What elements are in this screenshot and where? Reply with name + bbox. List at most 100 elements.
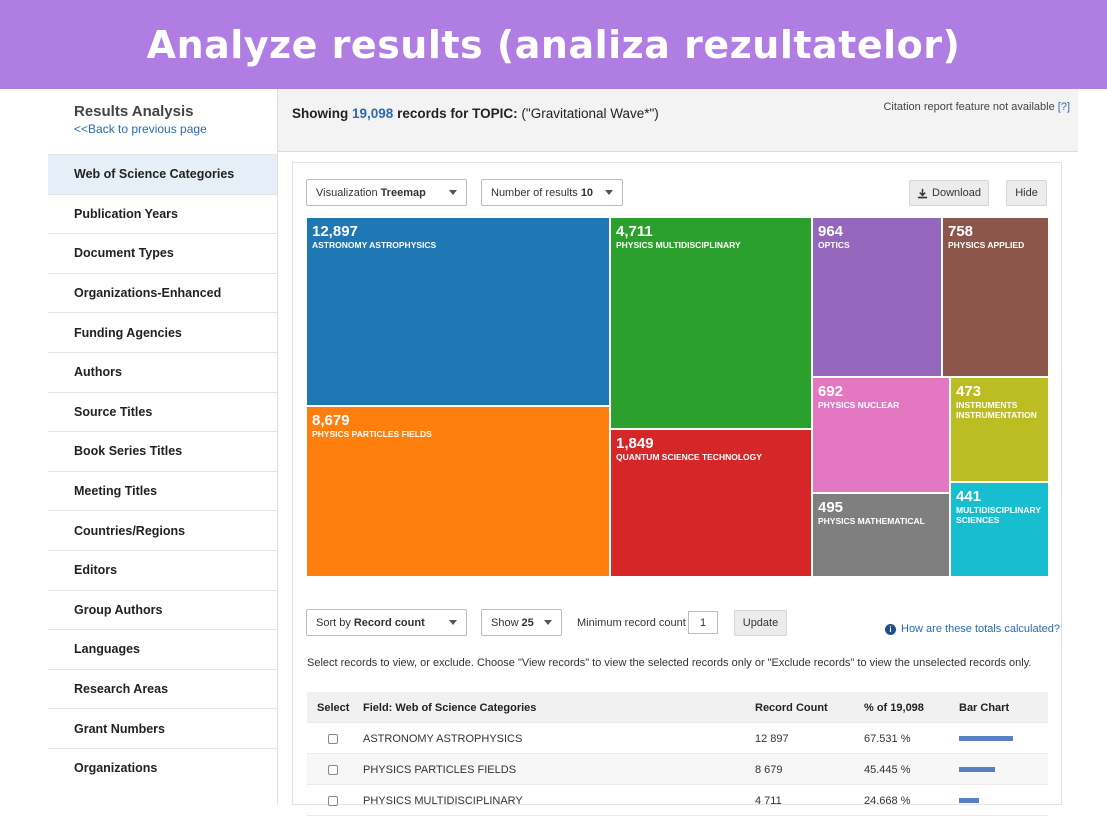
row-bar xyxy=(959,736,1013,741)
sidebar-item-book-series-titles[interactable]: Book Series Titles xyxy=(48,431,277,471)
table-header-row: Select Field: Web of Science Categories … xyxy=(307,692,1048,723)
info-icon: i xyxy=(885,623,896,635)
sidebar-item-grant-numbers[interactable]: Grant Numbers xyxy=(48,708,277,748)
row-field[interactable]: PHYSICS MULTIDISCIPLINARY xyxy=(363,785,523,816)
treemap-cell-label: PHYSICS NUCLEAR xyxy=(818,400,900,410)
treemap-cell-optics[interactable]: 964 OPTICS xyxy=(813,218,941,376)
sidebar-item-organizations[interactable]: Organizations xyxy=(48,747,277,788)
sidebar-item-authors[interactable]: Authors xyxy=(48,351,277,392)
treemap-cell-label: INSTRUMENTS INSTRUMENTATION xyxy=(956,400,1037,420)
treemap-cell-value: 1,849 xyxy=(616,435,654,452)
treemap-cell-multidisciplinary[interactable]: 4,711 PHYSICS MULTIDISCIPLINARY xyxy=(611,218,811,428)
treemap-cell-label: PHYSICS MATHEMATICAL xyxy=(818,516,925,526)
minimum-count-input[interactable]: 1 xyxy=(688,611,718,634)
num-results-value: 10 xyxy=(580,186,594,199)
row-percent: 24.668 % xyxy=(864,794,911,807)
records-for: records for xyxy=(397,106,469,121)
row-bar xyxy=(959,767,995,772)
update-label: Update xyxy=(742,617,779,629)
row-field[interactable]: PHYSICS PARTICLES FIELDS xyxy=(363,754,516,785)
treemap-cell-value: 692 xyxy=(818,383,844,400)
sidebar-item-meeting-titles[interactable]: Meeting Titles xyxy=(48,470,277,511)
column-header-percent: % of 19,098 xyxy=(864,701,924,714)
treemap-cell-astronomy[interactable]: 12,897 ASTRONOMY ASTROPHYSICS xyxy=(307,218,609,405)
number-of-results-select[interactable]: Number of results 10 xyxy=(481,179,623,206)
results-header: Showing 19,098 records for TOPIC: ("Grav… xyxy=(278,89,1078,152)
treemap-cell-value: 8,679 xyxy=(312,412,350,429)
treemap-cell-quantum[interactable]: 1,849 QUANTUM SCIENCE TECHNOLOGY xyxy=(611,430,811,576)
treemap-cell-instruments[interactable]: 473 INSTRUMENTS INSTRUMENTATION xyxy=(951,378,1048,481)
treemap-cell-label: OPTICS xyxy=(818,240,850,250)
treemap-cell-particles[interactable]: 8,679 PHYSICS PARTICLES FIELDS xyxy=(307,407,609,576)
app-frame: Results Analysis <<Back to previous page… xyxy=(0,89,1107,816)
row-checkbox[interactable] xyxy=(328,795,338,806)
sidebar-item-editors[interactable]: Editors xyxy=(48,549,277,590)
sidebar-item-source-titles[interactable]: Source Titles xyxy=(48,391,277,432)
treemap-cell-applied[interactable]: 758 PHYSICS APPLIED xyxy=(943,218,1048,376)
visualization-value: Treemap xyxy=(380,186,426,199)
sort-label: Sort by xyxy=(316,616,351,629)
table-row: PHYSICS PARTICLES FIELDS 8 679 45.445 % xyxy=(307,754,1048,785)
sidebar-title: Results Analysis xyxy=(74,103,194,120)
sidebar-item-document-types[interactable]: Document Types xyxy=(48,233,277,273)
treemap-cell-mathematical[interactable]: 495 PHYSICS MATHEMATICAL xyxy=(813,494,949,576)
row-count: 4 711 xyxy=(755,794,782,807)
how-calculated-label: How are these totals calculated? xyxy=(901,623,1060,635)
sort-value: Record count xyxy=(353,616,425,629)
treemap-cell-label: PHYSICS APPLIED xyxy=(948,240,1025,250)
citation-note-text: Citation report feature not available xyxy=(883,101,1055,113)
sidebar-item-funding-agencies[interactable]: Funding Agencies xyxy=(48,312,277,352)
update-button[interactable]: Update xyxy=(734,610,787,636)
treemap-cell-value: 441 xyxy=(956,488,982,505)
sidebar-item-languages[interactable]: Languages xyxy=(48,629,277,669)
hide-label: Hide xyxy=(1015,187,1038,199)
column-header-field: Field: Web of Science Categories xyxy=(363,701,537,714)
citation-help-link[interactable]: [?] xyxy=(1058,101,1070,113)
visualization-select[interactable]: Visualization Treemap xyxy=(306,179,467,206)
sidebar-item-publication-years[interactable]: Publication Years xyxy=(48,193,277,234)
treemap-cell-label: MULTIDISCIPLINARY SCIENCES xyxy=(956,505,1041,525)
back-link[interactable]: <<Back to previous page xyxy=(74,122,277,136)
sidebar-item-organizations-enhanced[interactable]: Organizations-Enhanced xyxy=(48,272,277,313)
download-label: Download xyxy=(932,187,981,199)
minimum-count-label: Minimum record count xyxy=(577,617,686,629)
how-calculated-link[interactable]: i How are these totals calculated? xyxy=(885,623,1060,635)
sidebar-item-countries-regions[interactable]: Countries/Regions xyxy=(48,510,277,550)
showing-summary: Showing 19,098 records for TOPIC: ("Grav… xyxy=(292,106,659,121)
table-row: PHYSICS MULTIDISCIPLINARY 4 711 24.668 % xyxy=(307,785,1048,816)
treemap-cell-multidisciplinary-sciences[interactable]: 441 MULTIDISCIPLINARY SCIENCES xyxy=(951,483,1048,576)
treemap-cell-nuclear[interactable]: 692 PHYSICS NUCLEAR xyxy=(813,378,949,492)
row-count: 8 679 xyxy=(755,763,783,776)
treemap-cell-label: ASTRONOMY ASTROPHYSICS xyxy=(312,240,437,250)
treemap-cell-value: 473 xyxy=(956,383,982,400)
row-checkbox[interactable] xyxy=(328,764,338,775)
row-bar xyxy=(959,798,979,803)
hide-button[interactable]: Hide xyxy=(1006,180,1047,206)
row-count: 12 897 xyxy=(755,732,789,745)
row-field[interactable]: ASTRONOMY ASTROPHYSICS xyxy=(363,723,522,754)
sidebar-item-research-areas[interactable]: Research Areas xyxy=(48,668,277,709)
treemap-cell-value: 758 xyxy=(948,223,974,240)
download-button[interactable]: Download xyxy=(909,180,989,206)
title-banner: Analyze results (analiza rezultatelor) xyxy=(0,0,1107,89)
results-table: Select Field: Web of Science Categories … xyxy=(307,692,1048,816)
topic-label: TOPIC: xyxy=(472,106,518,121)
record-count: 19,098 xyxy=(352,106,394,121)
sidebar-item-group-authors[interactable]: Group Authors xyxy=(48,589,277,630)
showing-prefix: Showing xyxy=(292,106,349,121)
chevron-down-icon xyxy=(449,620,457,625)
sort-by-select[interactable]: Sort by Record count xyxy=(306,609,467,636)
sidebar-item-wos-categories[interactable]: Web of Science Categories xyxy=(48,154,277,194)
banner-title: Analyze results (analiza rezultatelor) xyxy=(146,22,961,67)
column-header-count: Record Count xyxy=(755,701,828,714)
column-header-select: Select xyxy=(317,701,350,714)
analysis-panel: Visualization Treemap Number of results … xyxy=(292,162,1062,816)
row-checkbox[interactable] xyxy=(328,733,338,744)
treemap-cell-value: 4,711 xyxy=(616,223,653,240)
row-percent: 45.445 % xyxy=(864,763,911,776)
treemap-cell-label: PHYSICS MULTIDISCIPLINARY xyxy=(616,240,741,250)
treemap-cell-value: 12,897 xyxy=(312,223,358,240)
citation-note: Citation report feature not available [?… xyxy=(883,101,1070,113)
column-header-bar: Bar Chart xyxy=(959,701,1010,714)
show-count-select[interactable]: Show 25 xyxy=(481,609,562,636)
